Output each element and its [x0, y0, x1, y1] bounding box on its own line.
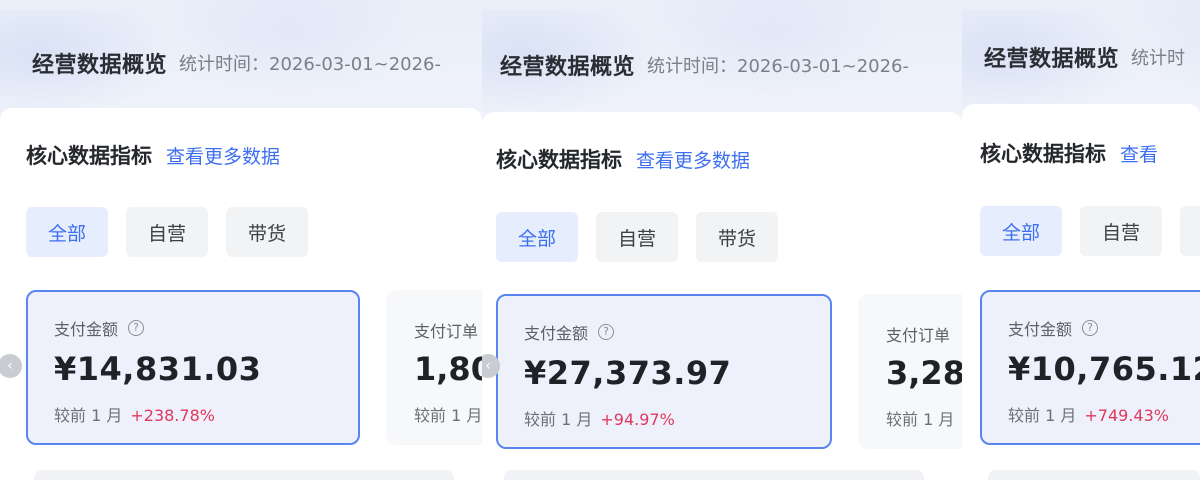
tab-self-operated[interactable]: 自营	[1080, 206, 1162, 256]
view-more-link[interactable]: 查看更多数据	[636, 146, 750, 173]
tab-all[interactable]: 全部	[980, 206, 1062, 256]
change-value: +238.78%	[130, 406, 215, 425]
metric-label-text: 支付金额	[524, 324, 589, 343]
question-circle-icon[interactable]: ?	[598, 324, 615, 340]
section-title: 核心数据指标	[980, 142, 1106, 166]
metric-value: ¥27,373.97	[524, 354, 732, 392]
date-range-text: 统计时间：2026-03-01~2026-	[647, 56, 910, 77]
metric-label: 支付金额 ?	[524, 320, 615, 344]
page-title: 经营数据概览	[500, 55, 636, 80]
change-value: +749.43%	[1084, 406, 1169, 425]
metric-compare: 较前 1 月 +94.97%	[524, 406, 675, 430]
metric-value: ¥10,765.12	[1008, 350, 1200, 388]
next-row-peek	[988, 470, 1200, 480]
page-header: 经营数据概览 统计时间：2026-03-01~2026-	[32, 8, 441, 118]
metric-card-payment-orders[interactable]: 支付订单 1,80 较前 1 月	[386, 290, 482, 445]
section-title: 核心数据指标	[26, 144, 152, 168]
section-header: 核心数据指标 查看更多数据	[496, 144, 750, 174]
compare-label: 较前 1 月	[886, 410, 955, 429]
tab-self-operated[interactable]: 自营	[596, 212, 678, 262]
metric-compare: 较前 1 月 +238.78%	[54, 402, 215, 426]
date-range-text: 统计时间：2026-03-01~2026-	[179, 54, 442, 75]
page-header: 经营数据概览 统计时间：2026-03-01~2026-	[500, 10, 909, 120]
section-header: 核心数据指标 查看	[980, 138, 1158, 168]
metric-card-payment-amount[interactable]: 支付金额 ? ¥14,831.03 较前 1 月 +238.78%	[26, 290, 360, 445]
metric-label-text: 支付订单	[886, 326, 951, 345]
view-more-link[interactable]: 查看	[1120, 140, 1158, 167]
filter-tabs: 全部 自营 带货	[496, 212, 796, 262]
filter-tabs: 全部 自营 带货	[26, 207, 326, 257]
next-row-peek	[504, 470, 924, 480]
page-title: 经营数据概览	[984, 47, 1120, 72]
page-header: 经营数据概览 统计时	[984, 2, 1185, 112]
question-circle-icon[interactable]: ?	[1082, 320, 1099, 336]
question-circle-icon[interactable]: ?	[128, 320, 145, 336]
metric-label-text: 支付金额	[54, 320, 119, 339]
page-title: 经营数据概览	[32, 53, 168, 78]
metric-label: 支付金额 ?	[1008, 316, 1099, 340]
section-header: 核心数据指标 查看更多数据	[26, 140, 280, 170]
tab-affiliate[interactable]: 带货	[226, 207, 308, 257]
overview-panel-3: 经营数据概览 统计时 核心数据指标 查看 全部 自营 支付金额 ? ¥10,76…	[962, 0, 1200, 480]
metric-value: 1,80	[414, 350, 482, 388]
compare-label: 较前 1 月	[524, 410, 593, 429]
tab-all[interactable]: 全部	[26, 207, 108, 257]
screenshot-strip: 经营数据概览 统计时间：2026-03-01~2026- 核心数据指标 查看更多…	[0, 0, 1200, 480]
tab-affiliate[interactable]	[1180, 206, 1200, 256]
overview-panel-2: 经营数据概览 统计时间：2026-03-01~2026- 核心数据指标 查看更多…	[482, 0, 962, 480]
metric-value: ¥14,831.03	[54, 350, 262, 388]
view-more-link[interactable]: 查看更多数据	[166, 142, 280, 169]
metric-card-payment-orders[interactable]: 支付订单 3,28 较前 1 月	[858, 294, 962, 449]
metric-label: 支付金额 ?	[54, 316, 145, 340]
tab-self-operated[interactable]: 自营	[126, 207, 208, 257]
filter-tabs: 全部 自营	[980, 206, 1200, 256]
compare-label: 较前 1 月	[54, 406, 123, 425]
tab-affiliate[interactable]: 带货	[696, 212, 778, 262]
overview-panel-1: 经营数据概览 统计时间：2026-03-01~2026- 核心数据指标 查看更多…	[0, 0, 482, 480]
metric-value: 3,28	[886, 354, 962, 392]
compare-label: 较前 1 月	[414, 406, 482, 425]
change-value: +94.97%	[600, 410, 675, 429]
metric-compare: 较前 1 月 +749.43%	[1008, 402, 1169, 426]
compare-label: 较前 1 月	[1008, 406, 1077, 425]
next-row-peek	[34, 470, 454, 480]
metric-label-text: 支付订单	[414, 322, 479, 341]
metric-card-payment-amount[interactable]: 支付金额 ? ¥27,373.97 较前 1 月 +94.97%	[496, 294, 832, 449]
tab-all[interactable]: 全部	[496, 212, 578, 262]
metric-card-payment-amount[interactable]: 支付金额 ? ¥10,765.12 较前 1 月 +749.43%	[980, 290, 1200, 445]
metric-label-text: 支付金额	[1008, 320, 1073, 339]
section-title: 核心数据指标	[496, 148, 622, 172]
date-range-text: 统计时	[1131, 48, 1186, 69]
